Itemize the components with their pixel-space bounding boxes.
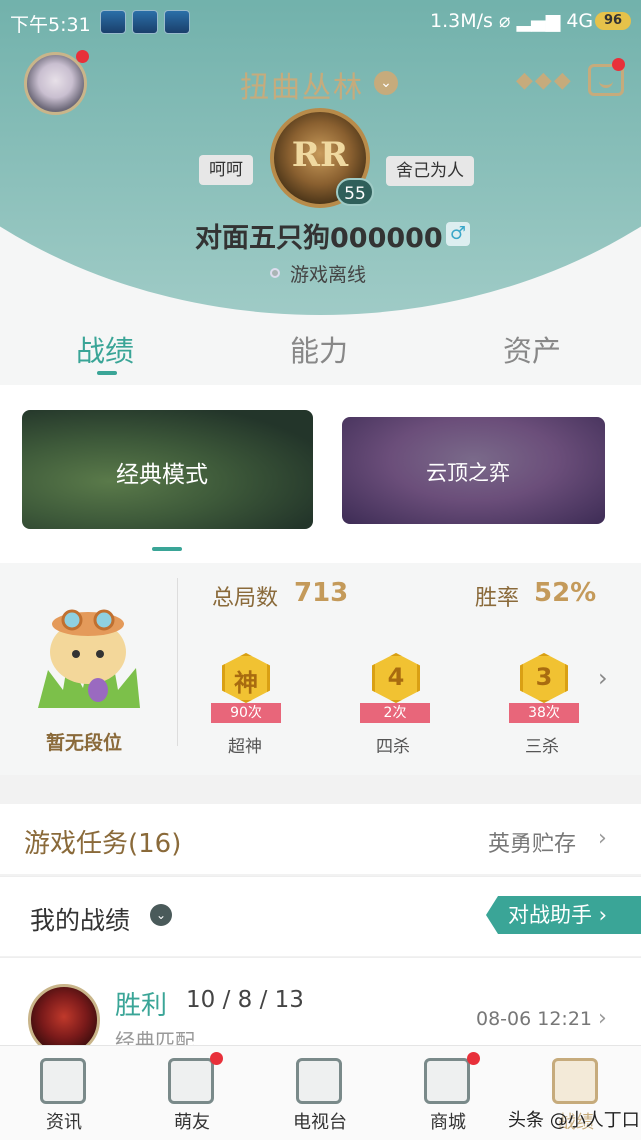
presence-status: 游戏离线 <box>290 264 367 286</box>
chevron-down-icon[interactable]: ⌄ <box>150 904 172 926</box>
mode-label: 云顶之弈 <box>426 461 510 485</box>
match-result: 胜利 <box>115 991 168 1021</box>
mode-card-classic[interactable]: 经典模式 <box>22 410 313 529</box>
badge-logo: RR <box>291 135 349 175</box>
tab-assets[interactable]: 资产 <box>503 328 561 370</box>
notification-app-icon <box>132 10 158 34</box>
level-badge: 55 <box>336 178 374 206</box>
chevron-right-icon[interactable]: › <box>598 664 608 692</box>
tab-ability[interactable]: 能力 <box>290 328 348 370</box>
valor-storage-link[interactable]: 英勇贮存 <box>488 826 576 858</box>
nav-item-news[interactable]: 资讯 <box>14 1050 114 1138</box>
notification-app-icon <box>100 10 126 34</box>
tv-icon <box>296 1058 342 1104</box>
medal-name: 超神 <box>228 737 262 757</box>
battle-assistant-button[interactable]: 对战助手 › <box>486 896 641 934</box>
news-icon <box>40 1058 86 1104</box>
player-name: 对面五只狗000000 <box>195 223 443 254</box>
medal-name: 三杀 <box>525 737 559 757</box>
nav-label: 资讯 <box>46 1112 82 1133</box>
tasks-title[interactable]: 游戏任务(16) <box>24 823 181 860</box>
chevron-down-icon[interactable]: ⌄ <box>374 71 398 95</box>
match-time: 08-06 12:21 <box>476 1008 593 1030</box>
notification-dot <box>210 1052 223 1065</box>
nav-label: 商城 <box>430 1112 466 1133</box>
teemo-illustration <box>38 609 140 708</box>
chevron-right-icon[interactable]: › <box>598 826 607 851</box>
records-title[interactable]: 我的战绩 <box>30 901 130 937</box>
rank-label: 暂无段位 <box>46 732 123 754</box>
notification-dot <box>612 58 625 71</box>
win-rate-value: 52% <box>534 578 597 608</box>
mode-indicator <box>152 547 182 551</box>
total-games-label: 总局数 <box>212 586 279 611</box>
medal-count: 38次 <box>509 703 579 723</box>
notification-dot <box>467 1052 480 1065</box>
total-games-value: 713 <box>294 578 349 608</box>
region-selector[interactable]: 扭曲丛林 <box>240 64 364 106</box>
nav-item-friends[interactable]: 萌友 <box>142 1050 242 1138</box>
more-options-icon[interactable]: ◆◆◆ <box>516 68 573 93</box>
tag-right[interactable]: 舍己为人 <box>386 156 474 186</box>
match-kda: 10 / 8 / 13 <box>186 987 304 1013</box>
shop-icon <box>424 1058 470 1104</box>
network-speed: 1.3M/s ⌀ ▂▄▆ 4G <box>430 10 594 32</box>
battery-icon: 96 <box>595 12 631 30</box>
notification-app-icon <box>164 10 190 34</box>
notification-dot <box>76 50 89 63</box>
status-time: 下午5:31 <box>10 14 91 36</box>
friends-icon <box>168 1058 214 1104</box>
nav-label: 电视台 <box>293 1112 347 1133</box>
gender-icon: ♂ <box>446 222 470 246</box>
nav-item-tv[interactable]: 电视台 <box>270 1050 370 1138</box>
watermark: 头条 @小人丁口 <box>508 1110 640 1131</box>
tab-records[interactable]: 战绩 <box>76 328 134 370</box>
tab-indicator <box>97 371 117 375</box>
status-bar: 下午5:31 1.3M/s ⌀ ▂▄▆ 4G 96 <box>0 0 641 44</box>
records-icon <box>552 1058 598 1104</box>
nav-item-shop[interactable]: 商城 <box>398 1050 498 1138</box>
win-rate-label: 胜率 <box>475 586 520 611</box>
chevron-right-icon[interactable]: › <box>598 1006 607 1031</box>
medal-name: 四杀 <box>376 737 410 757</box>
tag-left[interactable]: 呵呵 <box>199 155 253 185</box>
nav-label: 萌友 <box>174 1112 210 1133</box>
medal-count: 2次 <box>360 703 430 723</box>
mode-label: 经典模式 <box>116 462 208 488</box>
divider <box>177 578 178 746</box>
presence-dot <box>270 268 280 278</box>
medal-count: 90次 <box>211 703 281 723</box>
mode-card-tft[interactable]: 云顶之弈 <box>342 417 605 524</box>
